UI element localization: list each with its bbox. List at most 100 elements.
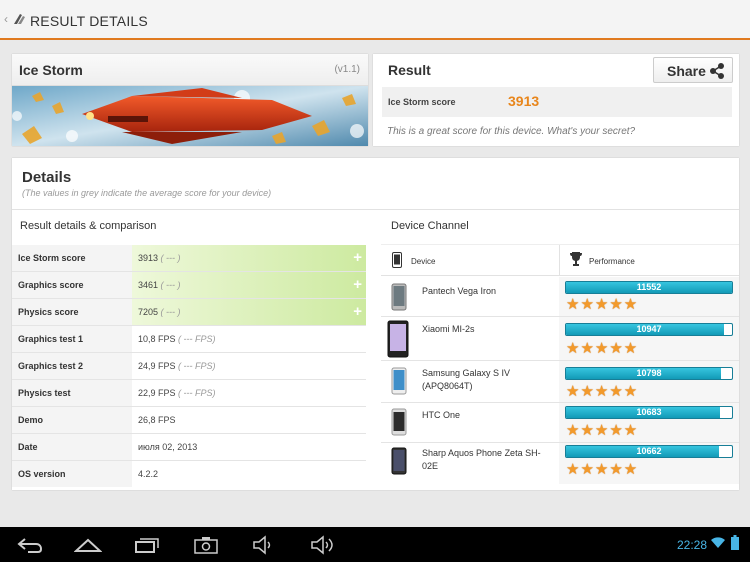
page-title: RESULT DETAILS [30, 13, 148, 29]
performance-bar: 10798 [565, 367, 733, 380]
rating-stars-icon: ★★★★★ [566, 296, 639, 313]
device-row[interactable]: Sharp Aquos Phone Zeta SH-02E 10662 ★★★★… [381, 443, 739, 484]
expand-plus-icon[interactable]: + [353, 249, 362, 266]
row-average: ( --- ) [160, 280, 181, 290]
divider [12, 209, 739, 210]
device-channel-header: Device Performance [381, 244, 739, 276]
device-row[interactable]: Pantech Vega Iron 11552 ★★★★★ [381, 277, 739, 317]
performance-score: 10947 [636, 324, 662, 334]
row-average: ( --- ) [160, 307, 181, 317]
rating-stars-icon: ★★★★★ [566, 383, 639, 400]
volume-up-icon[interactable] [310, 535, 336, 555]
rating-stars-icon: ★★★★★ [566, 340, 639, 357]
row-value: 3461 [138, 280, 159, 290]
row-label: Date [18, 442, 38, 452]
row-label: Graphics test 1 [18, 334, 84, 344]
row-average: ( --- FPS) [178, 388, 216, 398]
volume-down-icon[interactable] [252, 535, 276, 555]
detail-row-graphics-test-2: Graphics test 2 24,9 FPS ( --- FPS) [12, 353, 366, 380]
performance-score: 10798 [636, 368, 662, 378]
wifi-icon [711, 537, 725, 548]
version-label: (v1.1) [334, 64, 360, 75]
system-navigation-bar: 22:28 [0, 527, 750, 562]
screenshot-camera-icon[interactable] [194, 536, 218, 554]
rating-stars-icon: ★★★★★ [566, 422, 639, 439]
row-value: 24,9 FPS [138, 361, 176, 371]
back-chevron-icon[interactable]: ‹ [4, 12, 8, 26]
score-label: Ice Storm score [388, 97, 456, 107]
performance-score: 10683 [636, 407, 662, 417]
device-row[interactable]: HTC One 10683 ★★★★★ [381, 403, 739, 443]
row-average: ( --- FPS) [178, 334, 216, 344]
row-value: 10,8 FPS [138, 334, 176, 344]
phone-htc-icon [391, 408, 407, 436]
row-value: 4.2.2 [138, 469, 159, 479]
performance-bar: 10947 [565, 323, 733, 336]
detail-row-physics-test: Physics test 22,9 FPS ( --- FPS) [12, 380, 366, 407]
performance-bar: 10662 [565, 445, 733, 458]
share-button[interactable]: Share [653, 57, 733, 83]
details-card: Details (The values in grey indicate the… [12, 158, 739, 490]
row-label: OS version [18, 469, 66, 479]
ice-storm-header: Ice Storm (v1.1) [12, 54, 368, 86]
row-value: 22,9 FPS [138, 388, 176, 398]
device-name: Xiaomi MI-2s [422, 324, 475, 334]
row-average: ( --- ) [160, 253, 181, 263]
detail-row-demo: Demo 26,8 FPS [12, 407, 366, 434]
row-label: Graphics score [18, 280, 84, 290]
score-value: 3913 [508, 93, 540, 109]
device-name: HTC One [422, 410, 461, 420]
detail-row-date: Date июля 02, 2013 [12, 434, 366, 461]
row-value: июля 02, 2013 [138, 442, 198, 452]
ice-storm-title: Ice Storm [19, 62, 83, 78]
trophy-icon [570, 252, 582, 266]
row-value: 26,8 FPS [138, 415, 176, 425]
phone-xiaomi-icon [387, 320, 409, 358]
details-title: Details [22, 169, 72, 186]
performance-bar: 10683 [565, 406, 733, 419]
status-clock: 22:28 [677, 538, 708, 552]
row-average: ( --- FPS) [178, 361, 216, 371]
result-card: Result Share Ice Storm score 3913 This i… [373, 54, 739, 146]
device-row[interactable]: Xiaomi MI-2s 10947 ★★★★★ [381, 317, 739, 361]
banner-art [12, 86, 368, 146]
action-bar: ‹ RESULT DETAILS [0, 0, 750, 40]
row-label: Graphics test 2 [18, 361, 84, 371]
col-device: Device [411, 257, 436, 266]
battery-icon [731, 535, 739, 550]
share-label: Share [667, 63, 706, 79]
comparison-title: Result details & comparison [20, 220, 157, 232]
col-performance: Performance [589, 257, 635, 266]
row-label: Demo [18, 415, 44, 425]
share-icon [710, 63, 724, 79]
device-name: Samsung Galaxy S IV (APQ8064T) [422, 368, 511, 391]
ice-storm-card: Ice Storm (v1.1) [12, 54, 368, 146]
3dmark-logo-icon[interactable] [12, 12, 26, 26]
detail-row-graphics-score[interactable]: Graphics score 3461 ( --- ) + [12, 272, 366, 299]
device-channel-title: Device Channel [391, 220, 469, 232]
device-name: Pantech Vega Iron [422, 286, 497, 296]
expand-plus-icon[interactable]: + [353, 303, 362, 320]
recent-apps-icon[interactable] [134, 536, 160, 554]
rating-stars-icon: ★★★★★ [566, 461, 639, 478]
score-message: This is a great score for this device. W… [387, 126, 636, 137]
row-value: 3913 [138, 253, 159, 263]
performance-score: 10662 [636, 446, 662, 456]
expand-plus-icon[interactable]: + [353, 276, 362, 293]
details-subtitle: (The values in grey indicate the average… [22, 188, 272, 198]
row-label: Ice Storm score [18, 253, 86, 263]
detail-row-ice-storm-score[interactable]: Ice Storm score 3913 ( --- ) + [12, 245, 366, 272]
score-bar: Ice Storm score 3913 [382, 87, 732, 117]
ice-storm-banner-image [12, 86, 368, 146]
row-label: Physics score [18, 307, 79, 317]
device-name: Sharp Aquos Phone Zeta SH-02E [422, 448, 541, 471]
detail-row-physics-score[interactable]: Physics score 7205 ( --- ) + [12, 299, 366, 326]
detail-row-graphics-test-1: Graphics test 1 10,8 FPS ( --- FPS) [12, 326, 366, 353]
row-value: 7205 [138, 307, 159, 317]
home-icon[interactable] [74, 536, 102, 554]
device-row[interactable]: Samsung Galaxy S IV (APQ8064T) 10798 ★★★… [381, 361, 739, 403]
phone-sharp-icon [391, 447, 407, 475]
performance-score: 11552 [636, 282, 662, 292]
detail-row-os-version: OS version 4.2.2 [12, 461, 366, 488]
back-icon[interactable] [16, 536, 44, 554]
